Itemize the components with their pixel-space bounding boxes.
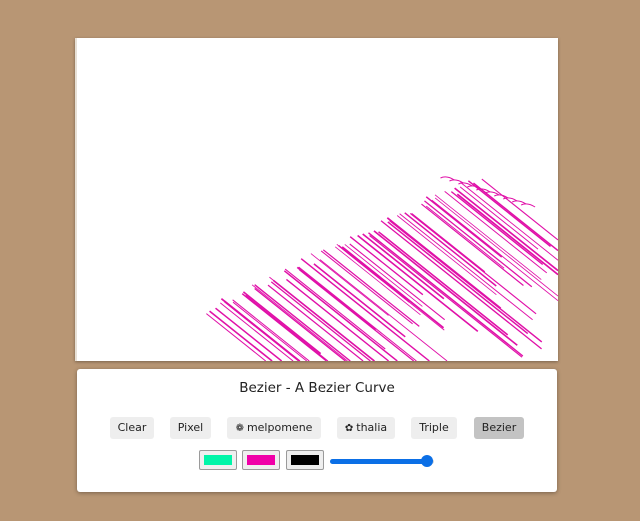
drawn-stroke (459, 186, 539, 250)
drawn-stroke (313, 263, 406, 338)
color-swatch-magenta-fill (247, 455, 275, 465)
drawn-stroke (421, 203, 524, 286)
tool-buttons: Clear Pixel ❁ melpomene ✿ thalia Triple Be… (77, 417, 557, 439)
drawn-stroke (454, 187, 558, 272)
drawn-stroke (242, 291, 322, 355)
drawn-stroke (396, 215, 497, 296)
bezier-button-label: Bezier (481, 421, 517, 434)
panel-title: Bezier - A Bezier Curve (239, 380, 395, 396)
flower-icon: ✿ (344, 423, 354, 434)
control-panel: Bezier - A Bezier Curve Clear Pixel ❁ mel… (77, 369, 557, 492)
bezier-button[interactable]: Bezier (474, 417, 524, 439)
thalia-button[interactable]: ✿ thalia (337, 417, 395, 439)
drawn-stroke (286, 278, 390, 361)
color-swatch-black[interactable] (286, 450, 324, 470)
drawn-stroke (362, 233, 445, 300)
drawn-stroke (380, 220, 542, 350)
drawn-stroke (219, 302, 294, 361)
drawn-stroke (209, 310, 273, 361)
drawn-stroke (310, 253, 389, 316)
drawn-stroke (444, 191, 548, 274)
clear-button[interactable]: Clear (110, 417, 154, 439)
melpomene-button[interactable]: ❁ melpomene (227, 417, 321, 439)
pixel-button[interactable]: Pixel (170, 417, 211, 439)
clear-button-label: Clear (117, 421, 147, 434)
drawn-stroke (300, 258, 430, 361)
gear-flower-icon: ❁ (235, 423, 244, 434)
size-slider[interactable] (330, 454, 434, 468)
drawn-stroke (368, 232, 524, 357)
drawn-stroke (411, 212, 486, 273)
drawn-stroke-hook (520, 203, 536, 208)
drawn-stroke (241, 293, 327, 361)
triple-button[interactable]: Triple (411, 417, 457, 439)
color-swatch-black-fill (291, 455, 319, 465)
melpomene-button-label: melpomene (246, 421, 313, 434)
color-swatch-green[interactable] (199, 450, 237, 470)
pixel-button-label: Pixel (177, 421, 204, 434)
drawn-stroke (387, 221, 529, 335)
triple-button-label: Triple (419, 421, 449, 434)
thalia-button-label: thalia (356, 421, 388, 434)
bezier-drawing (206, 176, 558, 361)
drawn-stroke (270, 281, 371, 361)
color-swatch-magenta[interactable] (242, 450, 280, 470)
drawing-canvas[interactable] (75, 38, 558, 361)
drawn-stroke (434, 194, 542, 280)
slider-thumb[interactable] (420, 455, 433, 467)
slider-track-fill (330, 459, 427, 464)
drawn-stroke (460, 182, 558, 261)
color-swatch-green-fill (204, 455, 232, 465)
